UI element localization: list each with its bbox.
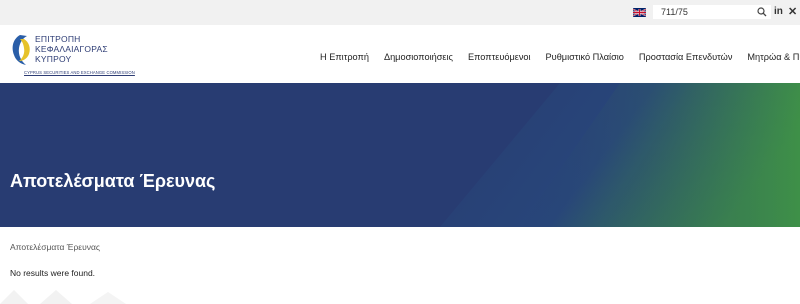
nav-item-committee[interactable]: Η Επιτροπή xyxy=(320,52,369,62)
linkedin-icon[interactable]: in xyxy=(774,6,783,17)
main-nav: Η Επιτροπή Δημοσιοποιήσεις Εποπτευόμενοι… xyxy=(320,47,800,65)
logo-line: ΕΠΙΤΡΟΠΗ xyxy=(35,34,81,44)
decorative-shapes xyxy=(0,290,126,304)
logo-text: ΕΠΙΤΡΟΠΗ ΚΕΦΑΛΑΙΑΓΟΡΑΣ ΚΥΠΡΟΥ xyxy=(35,34,108,64)
page-title: Αποτελέσματα Έρευνας xyxy=(10,171,216,191)
hero-banner: Αποτελέσματα Έρευνας xyxy=(0,83,800,227)
uk-flag-icon[interactable] xyxy=(633,8,646,17)
nav-item-registries-portals[interactable]: Μητρώα & Πύλες xyxy=(747,52,800,62)
search-input[interactable] xyxy=(661,5,751,19)
logo-line: ΚΕΦΑΛΑΙΑΓΟΡΑΣ xyxy=(35,44,108,54)
hero-gradient-decoration xyxy=(0,83,800,227)
nav-item-regulatory-framework[interactable]: Ρυθμιστικό Πλαίσιο xyxy=(546,52,624,62)
logo-mark-icon xyxy=(12,35,30,65)
nav-item-publications[interactable]: Δημοσιοποιήσεις xyxy=(384,52,453,62)
search-box xyxy=(653,5,771,19)
nav-item-supervised[interactable]: Εποπτευόμενοι xyxy=(468,52,531,62)
search-icon[interactable] xyxy=(757,7,767,17)
x-twitter-icon[interactable]: ✕ xyxy=(788,5,797,18)
logo-subtitle: CYPRUS SECURITIES AND EXCHANGE COMMISSIO… xyxy=(24,70,135,75)
site-header: ΕΠΙΤΡΟΠΗ ΚΕΦΑΛΑΙΑΓΟΡΑΣ ΚΥΠΡΟΥ CYPRUS SEC… xyxy=(0,25,800,83)
breadcrumb: Αποτελέσματα Έρευνας xyxy=(10,242,100,252)
top-utility-bar: in ✕ xyxy=(0,0,800,25)
no-results-message: No results were found. xyxy=(10,268,96,278)
logo-line: ΚΥΠΡΟΥ xyxy=(35,54,72,64)
cysec-logo[interactable]: ΕΠΙΤΡΟΠΗ ΚΕΦΑΛΑΙΑΓΟΡΑΣ ΚΥΠΡΟΥ CYPRUS SEC… xyxy=(10,33,135,77)
nav-item-investor-protection[interactable]: Προστασία Επενδυτών xyxy=(639,52,733,62)
